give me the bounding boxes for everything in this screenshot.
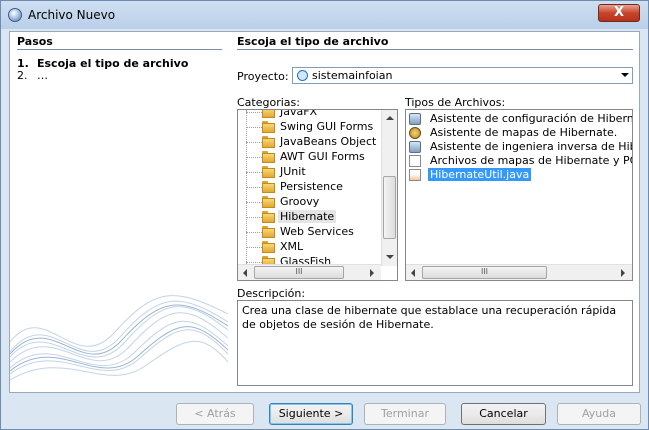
back-button[interactable]: < Atrás [176, 403, 254, 425]
title-bar[interactable]: Archivo Nuevo X [1, 1, 648, 29]
steps-pane: Pasos 1. Escoja el tipo de archivo 2. … [10, 32, 228, 392]
file-type-label: Archivos de mapas de Hibernate y POJOs [430, 154, 632, 167]
scroll-thumb[interactable]: III [254, 266, 344, 279]
description-label: Descripción: [237, 287, 306, 300]
folder-icon [262, 121, 275, 133]
file-type-label: Asistente de configuración de Hibernate [430, 112, 633, 125]
folder-icon [262, 136, 275, 148]
steps-divider [17, 49, 222, 50]
category-label: Persistence [280, 180, 343, 193]
scroll-right-icon[interactable] [621, 269, 625, 277]
finish-button[interactable]: Terminar [364, 403, 446, 425]
tree-connector [246, 232, 262, 233]
tree-connector [246, 202, 262, 203]
step-number: 2. [17, 69, 28, 82]
java-file-icon [409, 169, 421, 181]
reverse-engineering-icon [409, 141, 421, 153]
file-type-label: Asistente de mapas de Hibernate. [430, 126, 618, 139]
project-label: Proyecto: [237, 70, 289, 83]
file-types-list[interactable]: Asistente de configuración de Hibernate A… [405, 109, 633, 281]
close-button[interactable]: X [598, 4, 640, 22]
main-heading: Escoja el tipo de archivo [237, 35, 389, 48]
description-text: Crea una clase de hibernate que establac… [242, 304, 617, 331]
tree-connector [246, 262, 262, 263]
description-box: Crea una clase de hibernate que establac… [237, 300, 633, 386]
tree-connector [246, 247, 262, 248]
config-wizard-icon [409, 113, 421, 125]
dialog-content: Pasos 1. Escoja el tipo de archivo 2. … [9, 31, 640, 393]
category-label: Swing GUI Forms [280, 120, 374, 133]
step-label: Escoja el tipo de archivo [37, 57, 189, 70]
app-icon [8, 8, 22, 22]
mapping-file-icon [409, 155, 421, 167]
dialog-window: Archivo Nuevo X Pasos 1. Escoja el tipo … [0, 0, 649, 430]
button-bar: < Atrás Siguiente > Terminar Cancelar Ay… [1, 395, 648, 429]
folder-icon [262, 241, 275, 253]
category-label: AWT GUI Forms [280, 150, 365, 163]
tree-guide-line [246, 110, 247, 270]
folder-icon [262, 211, 275, 223]
scroll-left-icon[interactable] [243, 269, 247, 277]
mapping-wizard-icon [409, 127, 421, 139]
cancel-button[interactable]: Cancelar [461, 403, 546, 425]
tree-connector [246, 217, 262, 218]
category-label: Groovy [280, 195, 320, 208]
file-types-hscrollbar[interactable]: III [406, 264, 632, 280]
category-label: XML [280, 240, 304, 253]
scroll-thumb[interactable]: III [422, 266, 547, 279]
steps-heading: Pasos [17, 35, 53, 48]
folder-icon [262, 196, 275, 208]
help-button[interactable]: Ayuda [557, 403, 641, 425]
file-type-label: HibernateUtil.java [428, 168, 532, 181]
tree-connector [246, 157, 262, 158]
tree-connector [246, 127, 262, 128]
category-label: JUnit [280, 165, 306, 178]
category-label: Hibernate [278, 210, 337, 223]
category-label: JavaBeans Object [280, 135, 377, 148]
step-label: … [37, 69, 48, 82]
step-2: 2. … [17, 69, 48, 82]
tree-connector [246, 142, 262, 143]
scroll-down-icon[interactable] [386, 255, 394, 259]
categories-vscrollbar[interactable] [381, 110, 397, 266]
next-button[interactable]: Siguiente > [269, 403, 353, 425]
decorative-wave-image [10, 295, 228, 381]
globe-icon [297, 70, 308, 81]
tree-connector [246, 112, 262, 113]
folder-icon [262, 166, 275, 178]
category-label: Web Services [280, 225, 354, 238]
categories-label: Categorias: [237, 96, 300, 109]
categories-hscrollbar[interactable]: III [238, 264, 381, 280]
scroll-thumb[interactable] [383, 176, 396, 239]
chevron-down-icon[interactable] [621, 73, 629, 77]
folder-icon [262, 110, 275, 118]
project-value: sistemainfoian [312, 69, 393, 82]
project-select[interactable]: sistemainfoian [292, 67, 633, 84]
folder-icon [262, 181, 275, 193]
tree-connector [246, 187, 262, 188]
file-types-label: Tipos de Archivos: [405, 96, 506, 109]
category-label: JavaFX [280, 109, 318, 118]
scroll-right-icon[interactable] [370, 269, 374, 277]
scroll-left-icon[interactable] [411, 269, 415, 277]
folder-icon [262, 151, 275, 163]
folder-icon [262, 226, 275, 238]
window-title: Archivo Nuevo [28, 8, 116, 22]
tree-connector [246, 172, 262, 173]
file-type-label: Asistente de ingeniera inversa de Hibern… [430, 140, 632, 153]
scroll-up-icon[interactable] [386, 116, 394, 120]
categories-tree[interactable]: JavaFX Swing GUI Forms JavaBeans Object AWT… [237, 109, 398, 281]
main-divider [237, 49, 633, 50]
